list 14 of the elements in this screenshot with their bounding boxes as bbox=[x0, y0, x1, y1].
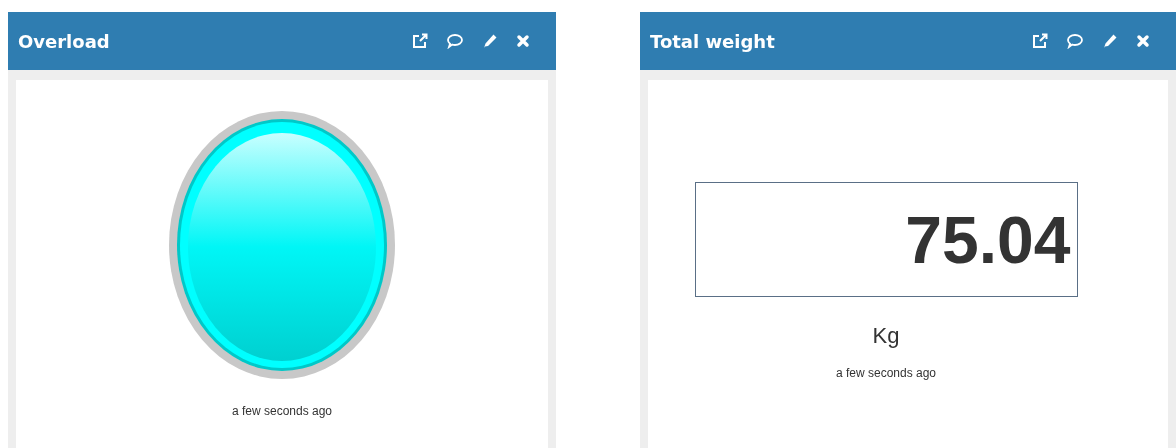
update-time: a few seconds ago bbox=[231, 403, 333, 420]
widget-title: Total weight bbox=[650, 29, 775, 54]
update-time: a few seconds ago bbox=[835, 365, 937, 382]
pencil-icon[interactable] bbox=[1102, 33, 1118, 49]
pencil-icon[interactable] bbox=[482, 33, 498, 49]
value-display: 75.04 bbox=[694, 182, 1078, 297]
external-link-icon[interactable] bbox=[1032, 33, 1048, 49]
external-link-icon[interactable] bbox=[412, 33, 428, 49]
close-icon[interactable] bbox=[516, 34, 530, 48]
comment-icon[interactable] bbox=[446, 33, 464, 49]
close-icon[interactable] bbox=[1136, 34, 1150, 48]
unit-label: Kg bbox=[872, 322, 900, 350]
comment-icon[interactable] bbox=[1066, 33, 1084, 49]
widget-title: Overload bbox=[18, 29, 110, 54]
